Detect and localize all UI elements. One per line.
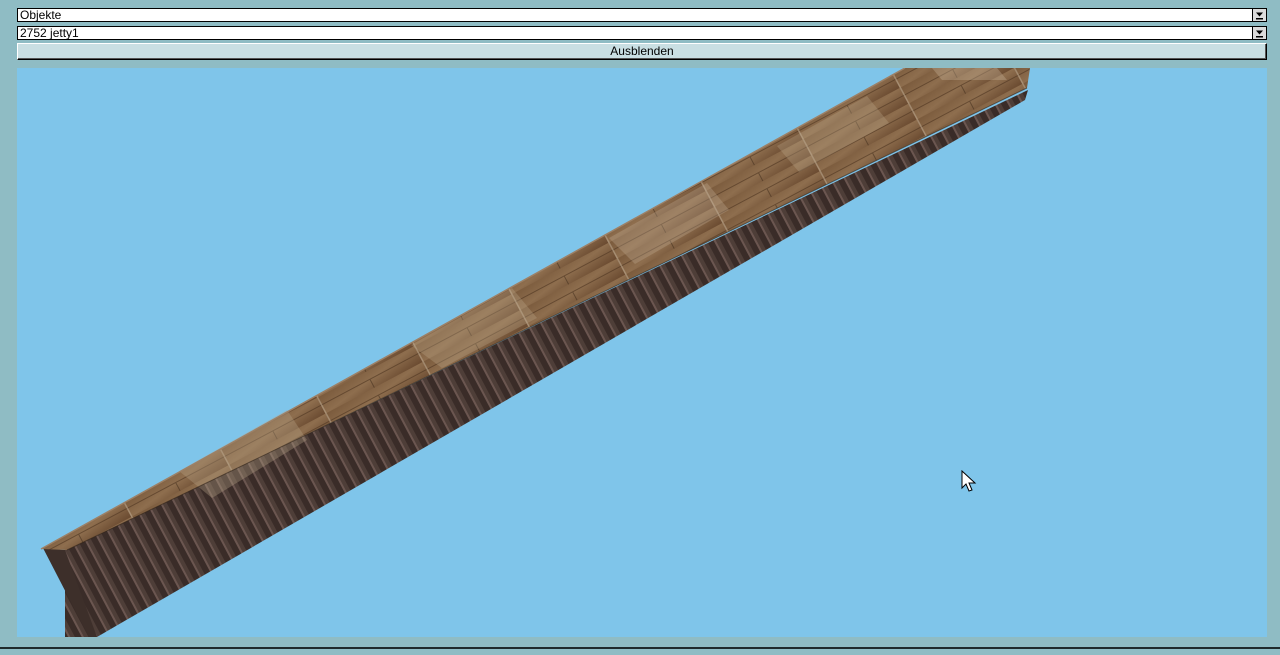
object-select-value: 2752 jetty1: [20, 26, 79, 40]
object-select[interactable]: 2752 jetty1: [17, 26, 1267, 40]
chevron-down-icon: [1256, 12, 1263, 20]
category-dropdown-button[interactable]: [1252, 9, 1266, 21]
mouse-pointer-icon: [961, 470, 977, 492]
3d-viewport[interactable]: [17, 68, 1267, 637]
category-select[interactable]: Objekte: [17, 8, 1267, 22]
chevron-down-icon: [1256, 30, 1263, 38]
object-dropdown-button[interactable]: [1252, 27, 1266, 39]
category-select-value: Objekte: [20, 8, 62, 22]
window-bottom-border: [0, 647, 1280, 655]
jetty-model: [40, 68, 1030, 637]
hide-button[interactable]: Ausblenden: [17, 43, 1267, 60]
